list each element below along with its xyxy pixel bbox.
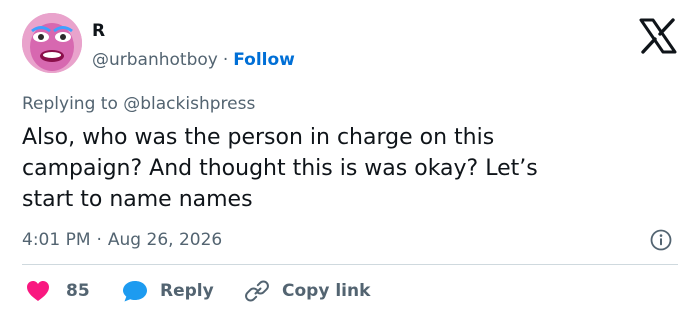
info-icon[interactable] <box>650 229 672 251</box>
reply-context-prefix: Replying to <box>22 94 118 114</box>
author-name[interactable]: R <box>92 20 105 42</box>
author-handle-row: @urbanhotboy · Follow <box>92 48 295 72</box>
heart-icon <box>27 281 49 301</box>
like-button[interactable]: 85 <box>26 277 90 305</box>
reply-context: Replying to @blackishpress <box>22 92 255 116</box>
avatar-image <box>22 13 82 73</box>
tweet-timestamp[interactable]: 4:01 PM · Aug 26, 2026 <box>22 228 222 252</box>
tweet-card: R @urbanhotboy · Follow Replying to @black… <box>0 0 700 318</box>
follow-button[interactable]: Follow <box>233 50 295 70</box>
reply-button[interactable]: Reply <box>122 277 214 305</box>
timestamp-separator: · <box>96 230 102 250</box>
author-handle[interactable]: @urbanhotboy <box>92 50 218 70</box>
tweet-text: Also, who was the person in charge on th… <box>22 125 538 212</box>
divider <box>22 264 678 265</box>
speech-bubble-icon <box>123 281 147 302</box>
reply-context-mention[interactable]: @blackishpress <box>123 94 255 114</box>
avatar[interactable] <box>22 13 82 73</box>
reply-label: Reply <box>160 281 214 301</box>
tweet-date: Aug 26, 2026 <box>107 230 223 250</box>
tweet-time: 4:01 PM <box>22 230 91 250</box>
link-icon <box>245 280 269 302</box>
action-bar: 85 Reply Copy link <box>22 277 682 305</box>
copy-link-button[interactable]: Copy link <box>244 277 370 305</box>
copy-link-label: Copy link <box>282 281 371 301</box>
x-logo-icon[interactable] <box>638 18 678 54</box>
like-count: 85 <box>66 281 90 301</box>
handle-separator: · <box>222 50 229 70</box>
